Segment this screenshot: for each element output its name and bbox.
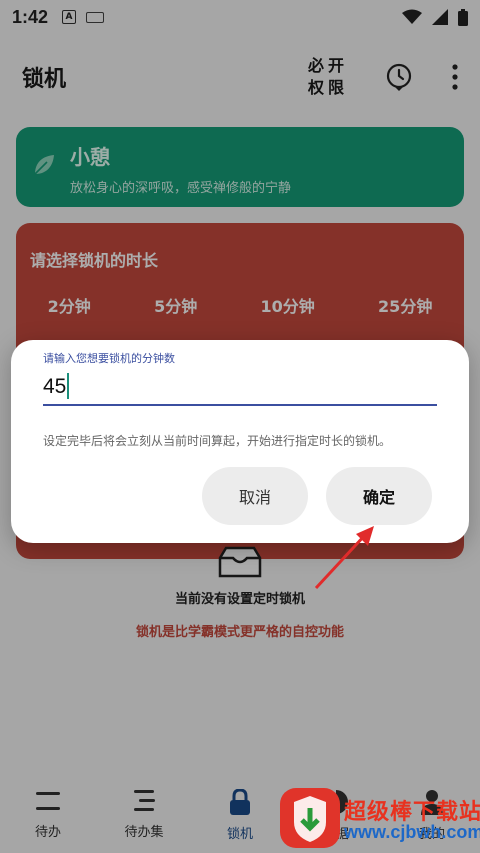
- minutes-dialog: 请输入您想要锁机的分钟数 设定完毕后将会立刻从当前时间算起，开始进行指定时长的锁…: [11, 340, 469, 543]
- minutes-input[interactable]: [43, 370, 437, 406]
- watermark-url: www.cjbwh.com: [344, 822, 480, 842]
- dialog-hint: 设定完毕后将会立刻从当前时间算起，开始进行指定时长的锁机。: [43, 434, 392, 448]
- cancel-button[interactable]: 取消: [202, 467, 308, 525]
- watermark-logo-icon: [294, 796, 326, 842]
- watermark: 超级棒下载站 www.cjbwh.com: [280, 784, 480, 850]
- text-caret: [67, 373, 69, 399]
- minutes-input-label: 请输入您想要锁机的分钟数: [43, 352, 175, 365]
- annotation-arrow-icon: [314, 526, 374, 590]
- confirm-button[interactable]: 确定: [326, 467, 432, 525]
- watermark-logo: [280, 788, 340, 848]
